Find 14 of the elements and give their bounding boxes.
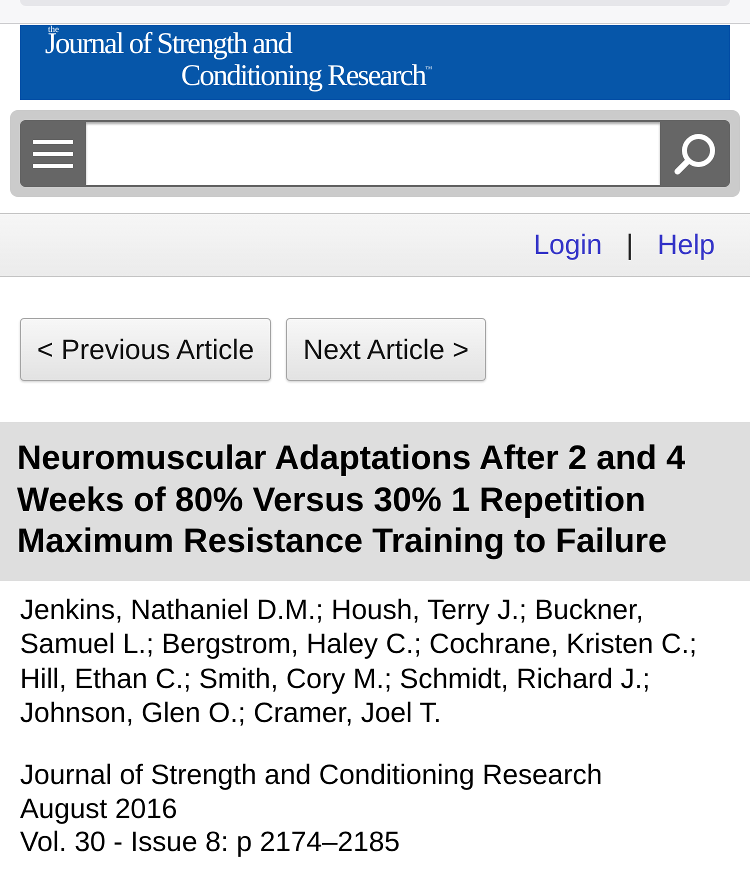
search-icon <box>674 132 716 174</box>
nav-link[interactable]: Login <box>534 224 602 266</box>
article-title: Neuromuscular Adaptations After 2 and 4 Weeks of 80% Versus 30% 1 Repetition Maximum Resistance Training to Failure <box>17 438 686 562</box>
search-field[interactable] <box>86 122 660 185</box>
volume-issue-pages: Vol. 30 - Issue 8: p 2174–2185 <box>20 825 400 859</box>
journal-logo[interactable]: theJournal of Strength and Conditioning Research$^{™}$ <box>45 25 432 92</box>
link-separator: | <box>626 228 634 262</box>
journal-name: Journal of Strength and Conditioning Research <box>20 758 602 792</box>
article-nav-button[interactable]: < Previous Article <box>20 318 272 381</box>
author-list: Jenkins, Nathaniel D.M.; Housh, Terry J.; Buckner, Samuel L.; Bergstrom, Haley C.; Cochrane, Kristen C.; Hill, Ethan C.; Smith, Cory M.; Schmidt, Richard J.; Johnson, Glen O.; Cramer, Joel T. <box>20 593 720 730</box>
nav-link[interactable]: Help <box>657 224 715 266</box>
menu-icon <box>33 140 73 168</box>
publication-date: August 2016 <box>20 792 178 826</box>
article-nav-button[interactable]: Next Article > <box>286 318 486 381</box>
